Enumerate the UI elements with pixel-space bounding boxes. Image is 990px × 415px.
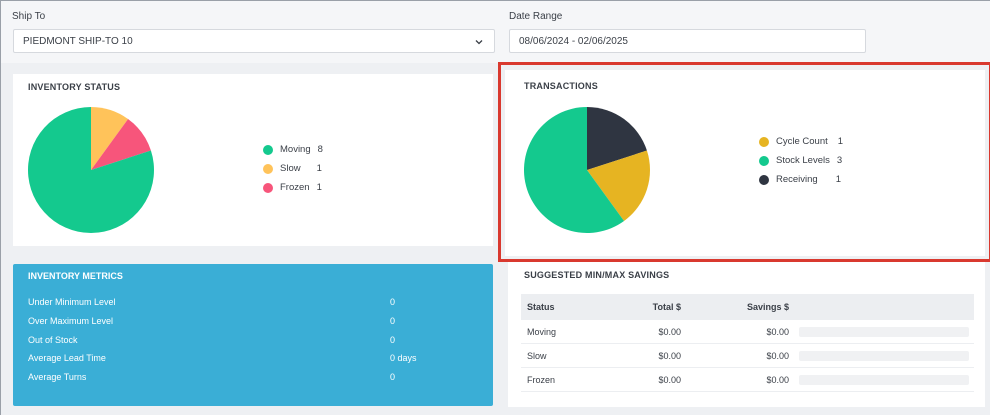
legend-item-slow[interactable]: Slow 1 — [263, 159, 323, 178]
date-range-label: Date Range — [509, 11, 563, 22]
filter-bar: Ship To PIEDMONT SHIP-TO 10 Date Range 0… — [1, 1, 990, 63]
cell-savings: $0.00 — [766, 326, 789, 337]
chevron-down-icon — [475, 40, 483, 45]
metric-value: 0 — [390, 335, 396, 345]
legend-dot-slow — [263, 163, 273, 174]
metric-row: Under Minimum Level 0 — [28, 297, 488, 316]
column-header-status[interactable]: Status — [521, 302, 621, 312]
cell-status: Frozen — [527, 374, 556, 385]
column-header-total[interactable]: Total $ — [621, 302, 681, 312]
table-header: Status Total $ Savings $ — [521, 294, 974, 320]
cell-total: $0.00 — [658, 350, 681, 361]
savings-bar — [799, 374, 969, 385]
metric-label: Over Maximum Level — [28, 316, 114, 326]
inventory-metrics-title: INVENTORY METRICS — [28, 271, 123, 281]
metric-value: 0 — [390, 316, 396, 326]
inventory-status-title: INVENTORY STATUS — [28, 82, 121, 92]
metric-label: Average Lead Time — [28, 353, 106, 363]
column-header-savings[interactable]: Savings $ — [681, 302, 789, 312]
inventory-status-card: INVENTORY STATUS Moving 8 Slow 1 Frozen … — [13, 74, 493, 246]
savings-table: Status Total $ Savings $ Moving $0.00 $0… — [521, 294, 974, 392]
table-row: Moving $0.00 $0.00 — [521, 320, 974, 344]
cell-status: Moving — [527, 326, 557, 337]
legend-value-slow: 1 — [316, 163, 322, 174]
legend-label-moving: Moving — [280, 144, 311, 155]
date-range-input[interactable]: 08/06/2024 - 02/06/2025 — [509, 29, 866, 53]
table-row: Slow $0.00 $0.00 — [521, 344, 974, 368]
ship-to-select[interactable]: PIEDMONT SHIP-TO 10 — [13, 29, 495, 53]
legend-value-frozen: 1 — [316, 182, 322, 193]
legend-dot-frozen — [263, 182, 273, 193]
savings-bar — [799, 350, 969, 361]
metric-row: Over Maximum Level 0 — [28, 316, 488, 335]
ship-to-value: PIEDMONT SHIP-TO 10 — [23, 35, 133, 47]
metric-value: 0 days — [390, 353, 417, 363]
metric-row: Average Turns 0 — [28, 372, 488, 391]
cell-savings: $0.00 — [766, 350, 789, 361]
metric-label: Out of Stock — [28, 335, 78, 345]
inventory-metrics-card: INVENTORY METRICS Under Minimum Level 0 … — [13, 264, 493, 406]
inventory-status-pie — [27, 107, 155, 233]
table-row: Frozen $0.00 $0.00 — [521, 368, 974, 392]
legend-dot-moving — [263, 144, 273, 155]
cell-total: $0.00 — [658, 326, 681, 337]
metric-row: Out of Stock 0 — [28, 335, 488, 354]
metric-value: 0 — [390, 372, 396, 382]
legend-label-frozen: Frozen — [280, 182, 310, 193]
legend-label-slow: Slow — [280, 163, 301, 174]
cell-status: Slow — [527, 350, 547, 361]
cell-total: $0.00 — [658, 374, 681, 385]
savings-title: SUGGESTED MIN/MAX SAVINGS — [524, 270, 670, 280]
metric-label: Under Minimum Level — [28, 297, 116, 307]
inventory-status-legend: Moving 8 Slow 1 Frozen 1 — [263, 140, 323, 197]
metric-value: 0 — [390, 297, 396, 307]
transactions-highlight-box — [498, 62, 990, 262]
ship-to-label: Ship To — [12, 11, 46, 22]
legend-item-frozen[interactable]: Frozen 1 — [263, 178, 323, 197]
legend-item-moving[interactable]: Moving 8 — [263, 140, 323, 159]
cell-savings: $0.00 — [766, 374, 789, 385]
metric-row: Average Lead Time 0 days — [28, 353, 488, 372]
date-range-value: 08/06/2024 - 02/06/2025 — [519, 35, 628, 47]
legend-value-moving: 8 — [317, 144, 323, 155]
savings-bar — [799, 326, 969, 337]
metric-label: Average Turns — [28, 372, 87, 382]
